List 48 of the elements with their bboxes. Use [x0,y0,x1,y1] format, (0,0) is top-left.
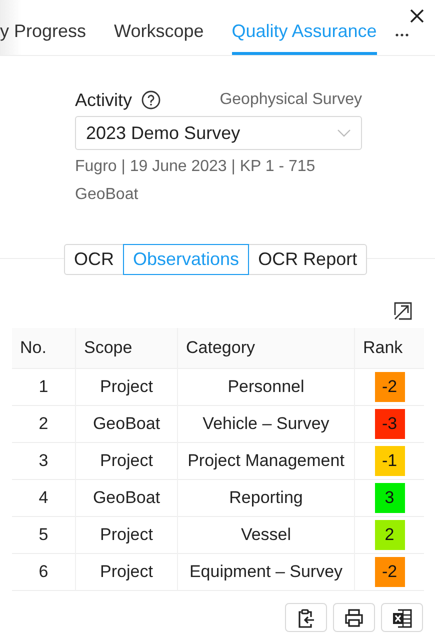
rank-badge: -2 [374,372,404,402]
printer-icon [344,608,364,628]
table-cell: Personnel [178,369,355,406]
expand-icon[interactable] [393,301,413,321]
rank-badge: -3 [374,409,404,439]
table-cell: Vehicle – Survey [178,406,355,443]
table-cell: Project Management [178,443,355,480]
activity-select[interactable]: 2023 Demo Survey [75,116,362,150]
view-toggle[interactable]: OCR [64,244,124,275]
print-button[interactable] [333,603,375,632]
rank-badge: -2 [374,557,404,587]
excel-button[interactable] [381,603,423,632]
table-cell: GeoBoat [76,406,178,443]
rank-badge: 2 [374,520,404,550]
table-cell: 4 [12,480,76,517]
view-toggle[interactable]: OCR Report [248,244,368,275]
spreadsheet-icon [392,608,412,628]
table-cell: Reporting [178,480,355,517]
table-cell: 6 [12,554,76,591]
close-icon[interactable] [409,8,425,24]
activity-detail: GeoBoat [75,185,140,205]
clipboard-icon [296,608,316,628]
more-icon[interactable] [394,33,409,37]
table-cell: 3 [12,443,76,480]
column-header[interactable]: Scope [76,328,178,369]
activity-detail: Fugro | 19 June 2023 | KP 1 - 715 [75,157,316,177]
activity-type: Geophysical Survey [220,91,362,109]
field-label: Activity [75,90,132,110]
copy-button[interactable] [285,603,327,632]
table-cell: Project [76,554,178,591]
table-cell: Vessel [178,517,355,554]
table-cell: Project [76,517,178,554]
column-header[interactable]: Category [178,328,355,369]
table-cell: 5 [12,517,76,554]
column-header[interactable]: Rank [355,328,424,369]
rank-badge: -1 [374,446,404,476]
table-cell: Equipment – Survey [178,554,355,591]
table-cell: 2 [12,406,76,443]
table-cell: GeoBoat [76,480,178,517]
chevron-icon [337,129,351,137]
table-cell: Project [76,369,178,406]
tab[interactable]: Workscope [114,21,204,55]
column-header[interactable]: No. [12,328,76,369]
table-cell: Project [76,443,178,480]
tab[interactable]: y Progress [0,21,86,55]
table-cell: 1 [12,369,76,406]
help-icon[interactable] [141,90,162,110]
rank-badge: 3 [374,483,404,513]
